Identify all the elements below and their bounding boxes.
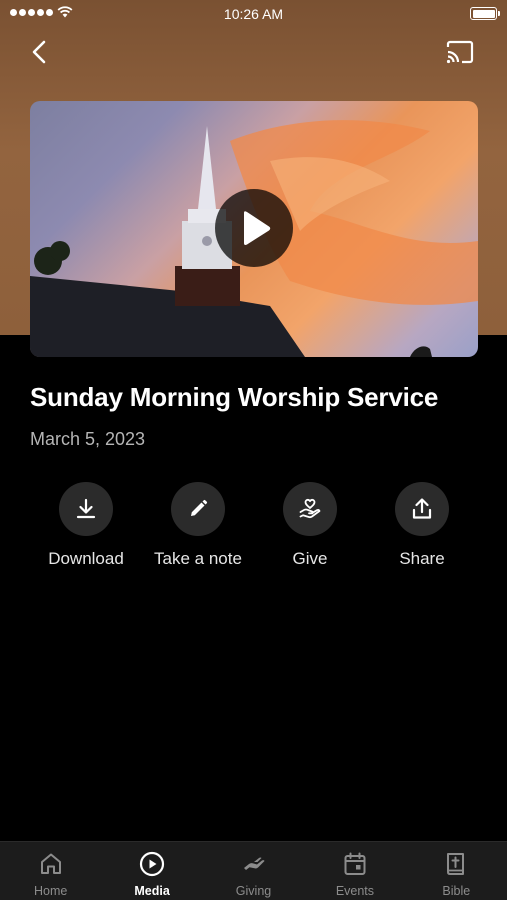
- status-bar: 10:26 AM: [0, 0, 507, 28]
- play-button[interactable]: [215, 189, 293, 267]
- tab-giving-label: Giving: [235, 884, 272, 898]
- heart-hand-icon: [299, 498, 321, 519]
- tab-home-label: Home: [34, 884, 68, 898]
- tab-media-label: Media: [134, 884, 170, 898]
- download-button[interactable]: Download: [30, 482, 142, 569]
- share-icon: [412, 498, 432, 519]
- tab-giving[interactable]: Giving: [203, 842, 304, 900]
- tab-media[interactable]: Media: [101, 842, 202, 900]
- share-label: Share: [399, 549, 445, 568]
- take-note-button[interactable]: Take a note: [142, 482, 254, 569]
- take-note-label: Take a note: [154, 549, 242, 568]
- tab-bar: Home Media Giving Events Bible: [0, 841, 507, 900]
- share-button[interactable]: Share: [366, 482, 478, 569]
- battery-icon: [470, 7, 500, 20]
- back-button[interactable]: [28, 38, 52, 66]
- download-label: Download: [48, 549, 124, 568]
- take-note-circle: [171, 482, 225, 536]
- tab-bible-label: Bible: [442, 884, 471, 898]
- share-circle: [395, 482, 449, 536]
- giving-icon: [243, 857, 265, 870]
- media-title: Sunday Morning Worship Service: [30, 382, 439, 412]
- media-date: March 5, 2023: [30, 429, 146, 449]
- tab-home[interactable]: Home: [0, 842, 101, 900]
- tab-bible[interactable]: Bible: [406, 842, 507, 900]
- pencil-icon: [191, 499, 208, 516]
- cast-icon: [446, 40, 474, 64]
- video-player[interactable]: [30, 101, 478, 357]
- download-icon: [76, 498, 96, 519]
- give-button[interactable]: Give: [254, 482, 366, 569]
- download-circle: [59, 482, 113, 536]
- tab-events[interactable]: Events: [304, 842, 405, 900]
- calendar-icon: [344, 852, 366, 875]
- cast-button[interactable]: [445, 40, 475, 64]
- home-icon: [40, 853, 61, 874]
- give-label: Give: [292, 549, 328, 568]
- status-time: 10:26 AM: [223, 6, 284, 22]
- play-circle-icon: [140, 851, 165, 877]
- give-circle: [283, 482, 337, 536]
- bible-icon: [447, 853, 465, 875]
- play-icon: [244, 211, 271, 245]
- chevron-left-icon: [32, 40, 46, 64]
- tab-events-label: Events: [335, 884, 375, 898]
